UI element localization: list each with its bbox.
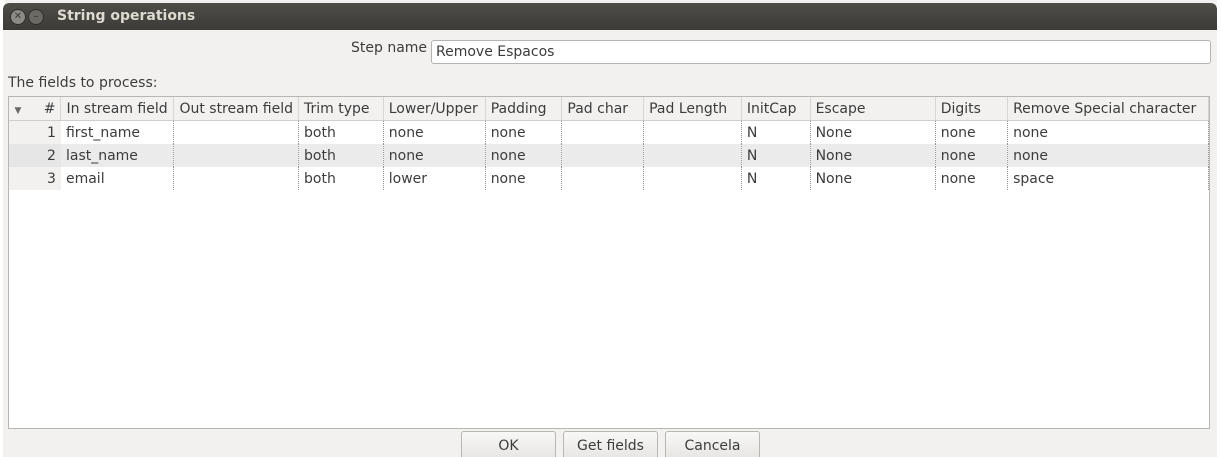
cell-initcap[interactable]: N: [741, 120, 811, 144]
cell-remove-special-character[interactable]: none: [1007, 120, 1209, 144]
cell-pad-char[interactable]: [561, 120, 645, 144]
cell-escape[interactable]: None: [810, 120, 936, 144]
row-number: 2: [9, 144, 61, 167]
cell-digits[interactable]: none: [935, 120, 1009, 144]
cell-out-stream-field[interactable]: [173, 144, 299, 167]
row-number: 3: [9, 167, 61, 190]
cell-trim-type[interactable]: both: [298, 120, 384, 144]
cancel-button[interactable]: Cancela: [665, 431, 760, 457]
column-header-remove-special-character[interactable]: Remove Special character: [1007, 97, 1209, 121]
table-row[interactable]: 2 last_name both none none N None none n…: [9, 144, 1209, 167]
column-header-out-stream-field[interactable]: Out stream field: [173, 97, 299, 121]
column-header-escape[interactable]: Escape: [810, 97, 936, 121]
cell-pad-length[interactable]: [643, 144, 742, 167]
cell-out-stream-field[interactable]: [173, 167, 299, 190]
cell-out-stream-field[interactable]: [173, 120, 299, 144]
ok-button[interactable]: OK: [461, 431, 556, 457]
cell-pad-length[interactable]: [643, 167, 742, 190]
cell-pad-char[interactable]: [561, 144, 645, 167]
column-header-lower-upper[interactable]: Lower/Upper: [383, 97, 486, 121]
fields-grid[interactable]: ▼ # In stream field Out stream field Tri…: [8, 96, 1210, 429]
column-header-in-stream-field[interactable]: In stream field: [60, 97, 175, 121]
header-row: ▼ # In stream field Out stream field Tri…: [9, 97, 1209, 121]
cell-initcap[interactable]: N: [741, 144, 811, 167]
window-title: String operations: [57, 8, 196, 24]
cell-initcap[interactable]: N: [741, 167, 811, 190]
cell-padding[interactable]: none: [485, 120, 563, 144]
string-operations-dialog: ✕ – String operations Step name The fiel…: [3, 3, 1217, 457]
row-number: 1: [9, 120, 61, 144]
column-header-pad-char[interactable]: Pad char: [561, 97, 645, 121]
cell-trim-type[interactable]: both: [298, 144, 384, 167]
cell-remove-special-character[interactable]: none: [1007, 144, 1209, 167]
fields-to-process-label: The fields to process:: [8, 75, 158, 91]
cell-escape[interactable]: None: [810, 167, 936, 190]
column-header-trim-type[interactable]: Trim type: [298, 97, 384, 121]
sort-down-icon: ▼: [14, 105, 22, 116]
close-icon[interactable]: ✕: [10, 9, 26, 25]
column-header-digits[interactable]: Digits: [935, 97, 1009, 121]
cell-remove-special-character[interactable]: space: [1007, 167, 1209, 190]
cell-in-stream-field[interactable]: email: [60, 167, 175, 190]
cell-pad-length[interactable]: [643, 120, 742, 144]
column-header-pad-length[interactable]: Pad Length: [643, 97, 742, 121]
cell-in-stream-field[interactable]: first_name: [60, 120, 175, 144]
table-row[interactable]: 3 email both lower none N None none spac…: [9, 167, 1209, 190]
column-header-initcap[interactable]: InitCap: [741, 97, 811, 121]
table-row[interactable]: 1 first_name both none none N None none …: [9, 120, 1209, 144]
fields-table: ▼ # In stream field Out stream field Tri…: [9, 97, 1209, 190]
step-name-label: Step name: [351, 40, 428, 56]
cell-escape[interactable]: None: [810, 144, 936, 167]
cell-padding[interactable]: none: [485, 167, 563, 190]
cell-digits[interactable]: none: [935, 167, 1009, 190]
cell-in-stream-field[interactable]: last_name: [60, 144, 175, 167]
background-window-edge-right: [1217, 0, 1221, 457]
cell-lower-upper[interactable]: none: [383, 144, 486, 167]
step-name-input[interactable]: [431, 40, 1211, 64]
cell-lower-upper[interactable]: lower: [383, 167, 486, 190]
cell-digits[interactable]: none: [935, 144, 1009, 167]
get-fields-button[interactable]: Get fields: [563, 431, 658, 457]
row-number-header[interactable]: ▼ #: [9, 97, 62, 121]
title-bar: ✕ – String operations: [3, 3, 1217, 30]
cell-trim-type[interactable]: both: [298, 167, 384, 190]
minimize-icon[interactable]: –: [28, 9, 44, 25]
column-header-padding[interactable]: Padding: [485, 97, 563, 121]
cell-lower-upper[interactable]: none: [383, 120, 486, 144]
cell-pad-char[interactable]: [561, 167, 645, 190]
cell-padding[interactable]: none: [485, 144, 563, 167]
